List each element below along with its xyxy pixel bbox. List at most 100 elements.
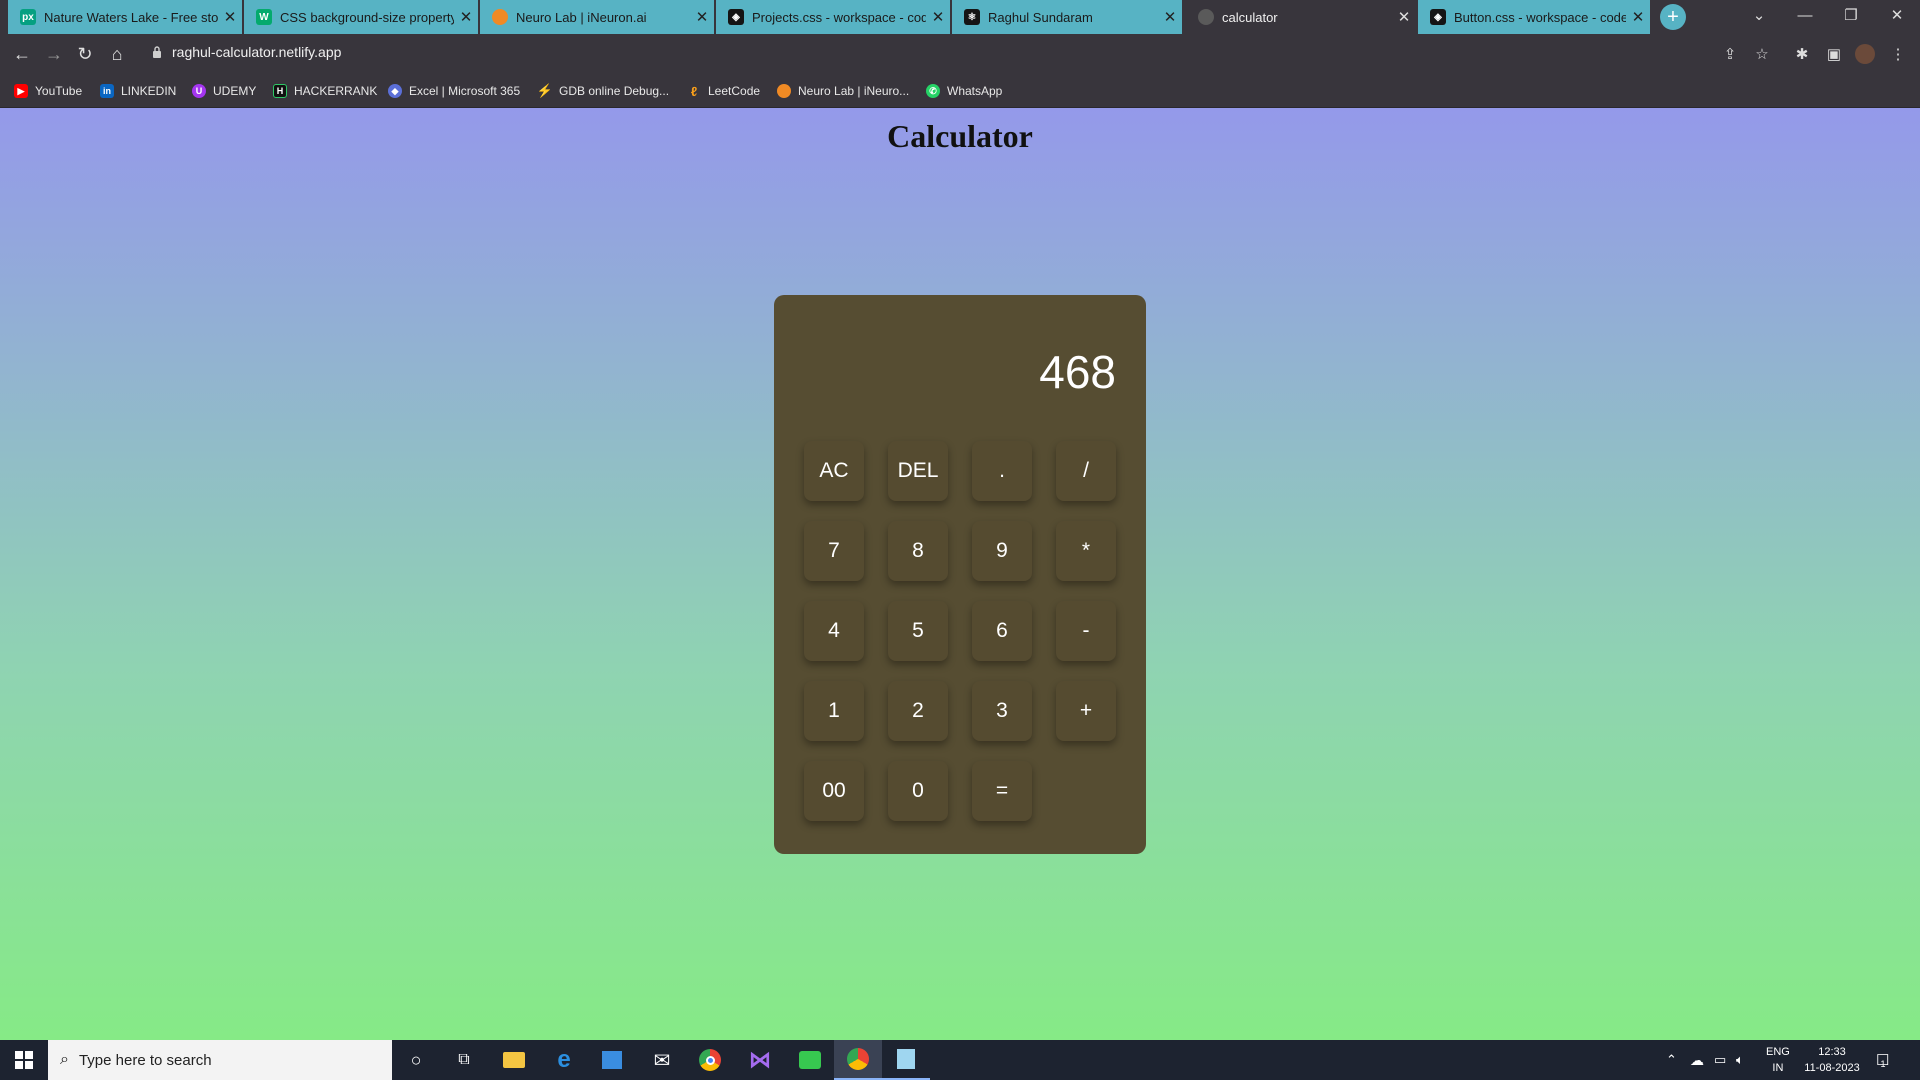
close-tab-icon[interactable]: ✕ [926, 8, 950, 26]
close-tab-icon[interactable]: ✕ [454, 8, 478, 26]
bookmark-hackerrank[interactable]: H HACKERRANK [273, 82, 377, 100]
globe-icon [1198, 9, 1214, 25]
side-panel-icon[interactable]: ▣ [1822, 42, 1846, 66]
close-tab-icon[interactable]: ✕ [690, 8, 714, 26]
chrome-active-icon[interactable] [834, 1040, 882, 1080]
minimize-button[interactable]: — [1782, 0, 1828, 30]
tab-pexels[interactable]: px Nature Waters Lake - Free stock ✕ [8, 0, 242, 34]
key-1[interactable]: 1 [804, 681, 864, 741]
home-icon[interactable]: ⌂ [105, 42, 129, 66]
bookmark-leetcode[interactable]: ℓ LeetCode [687, 82, 760, 100]
windows-start-icon[interactable] [0, 1040, 48, 1080]
lock-icon [153, 46, 161, 58]
key-9[interactable]: 9 [972, 521, 1032, 581]
key-7[interactable]: 7 [804, 521, 864, 581]
clock-time: 12:33 [1818, 1046, 1846, 1058]
mail-icon[interactable]: ✉ [638, 1040, 686, 1080]
notification-icon[interactable]: ☐ 1 [1876, 1040, 1889, 1080]
bookmark-udemy[interactable]: U UDEMY [192, 82, 256, 100]
tab-projects-css[interactable]: ◈ Projects.css - workspace - code- ✕ [716, 0, 950, 34]
chrome-icon[interactable] [686, 1040, 734, 1080]
key-3[interactable]: 3 [972, 681, 1032, 741]
cortana-icon[interactable]: ○ [392, 1040, 440, 1080]
key-6[interactable]: 6 [972, 601, 1032, 661]
key-equals[interactable]: = [972, 761, 1032, 821]
language-label: ENG [1766, 1046, 1790, 1058]
bookmark-youtube[interactable]: ▶ YouTube [14, 82, 82, 100]
bookmark-label: Excel | Microsoft 365 [409, 84, 521, 98]
clock[interactable]: 12:33 11-08-2023 [1802, 1040, 1862, 1080]
close-tab-icon[interactable]: ✕ [218, 8, 242, 26]
share-icon[interactable]: ⇪ [1718, 42, 1742, 66]
ineuron-icon [777, 84, 791, 98]
tab-w3schools[interactable]: W CSS background-size property ✕ [244, 0, 478, 34]
visual-studio-icon[interactable]: ⋈ [736, 1040, 784, 1080]
restore-button[interactable]: ❐ [1828, 0, 1874, 30]
bookmark-gdb[interactable]: ⚡ GDB online Debug... [537, 82, 669, 100]
new-tab-button[interactable]: + [1660, 4, 1686, 30]
notepad-icon[interactable] [882, 1040, 930, 1080]
bookmark-whatsapp[interactable]: ✆ WhatsApp [926, 82, 1002, 100]
tab-title: Projects.css - workspace - code- [752, 9, 926, 25]
browser-toolbar: ← → ↻ ⌂ raghul-calculator.netlify.app ⇪ … [0, 34, 1920, 74]
bookmark-excel[interactable]: ◆ Excel | Microsoft 365 [388, 82, 520, 100]
key-double-zero[interactable]: 00 [804, 761, 864, 821]
leetcode-icon: ℓ [690, 83, 698, 99]
key-8[interactable]: 8 [888, 521, 948, 581]
onedrive-icon[interactable]: ☁ [1690, 1040, 1704, 1080]
tab-raghul-sundaram[interactable]: ⚛ Raghul Sundaram ✕ [952, 0, 1182, 34]
region-label: IN [1772, 1062, 1784, 1074]
taskbar-search-input[interactable]: ⌕ Type here to search [48, 1040, 392, 1080]
bookmark-linkedin[interactable]: in LINKEDIN [100, 82, 176, 100]
excel-icon: ◆ [388, 84, 402, 98]
volume-icon[interactable]: 🔈︎ [1736, 1040, 1744, 1080]
tab-ineuron[interactable]: Neuro Lab | iNeuron.ai ✕ [480, 0, 714, 34]
tab-button-css[interactable]: ◈ Button.css - workspace - code-s ✕ [1418, 0, 1650, 34]
close-tab-icon[interactable]: ✕ [1392, 8, 1416, 26]
address-bar[interactable]: raghul-calculator.netlify.app [172, 44, 341, 60]
tab-title: CSS background-size property [280, 9, 454, 25]
tab-strip: px Nature Waters Lake - Free stock ✕ W C… [0, 0, 1920, 34]
reload-icon[interactable]: ↻ [73, 42, 97, 66]
close-tab-icon[interactable]: ✕ [1626, 8, 1650, 26]
search-icon: ⌕ [60, 1051, 69, 1068]
key-multiply[interactable]: * [1056, 521, 1116, 581]
key-4[interactable]: 4 [804, 601, 864, 661]
microsoft-store-icon[interactable] [588, 1040, 636, 1080]
clock-date: 11-08-2023 [1804, 1062, 1860, 1074]
forward-icon[interactable]: → [42, 42, 66, 66]
avatar[interactable] [1853, 42, 1877, 66]
show-hidden-icons-icon[interactable]: ⌃ [1666, 1040, 1677, 1080]
language-indicator[interactable]: ENG IN [1766, 1040, 1790, 1080]
app-icon[interactable] [786, 1040, 834, 1080]
key-delete[interactable]: DEL [888, 441, 948, 501]
tab-title: Button.css - workspace - code-s [1454, 9, 1626, 25]
bookmark-label: LINKEDIN [121, 84, 177, 98]
tab-title: calculator [1222, 9, 1278, 25]
key-2[interactable]: 2 [888, 681, 948, 741]
extensions-icon[interactable]: ✱ [1790, 42, 1814, 66]
page-content: Calculator 468 AC DEL . / 7 8 9 * 4 5 6 … [0, 108, 1920, 1040]
key-5[interactable]: 5 [888, 601, 948, 661]
ineuron-icon [492, 9, 508, 25]
key-0[interactable]: 0 [888, 761, 948, 821]
bookmark-star-icon[interactable]: ☆ [1750, 42, 1774, 66]
key-divide[interactable]: / [1056, 441, 1116, 501]
tab-calculator[interactable]: calculator ✕ [1186, 0, 1416, 34]
close-tab-icon[interactable]: ✕ [1158, 8, 1182, 26]
pexels-icon: px [20, 9, 36, 25]
close-window-button[interactable]: ✕ [1874, 0, 1920, 30]
tab-search-icon[interactable]: ⌄ [1736, 0, 1782, 30]
network-icon[interactable]: ▭ [1714, 1040, 1726, 1080]
edge-icon[interactable]: e [540, 1040, 588, 1080]
back-icon[interactable]: ← [10, 42, 34, 66]
task-view-icon[interactable]: ⧉ [440, 1040, 488, 1080]
file-explorer-icon[interactable] [490, 1040, 538, 1080]
key-subtract[interactable]: - [1056, 601, 1116, 661]
whatsapp-icon: ✆ [926, 84, 940, 98]
key-decimal[interactable]: . [972, 441, 1032, 501]
menu-icon[interactable]: ⋮ [1886, 42, 1910, 66]
key-all-clear[interactable]: AC [804, 441, 864, 501]
bookmark-ineuron[interactable]: Neuro Lab | iNeuro... [777, 82, 909, 100]
key-add[interactable]: + [1056, 681, 1116, 741]
